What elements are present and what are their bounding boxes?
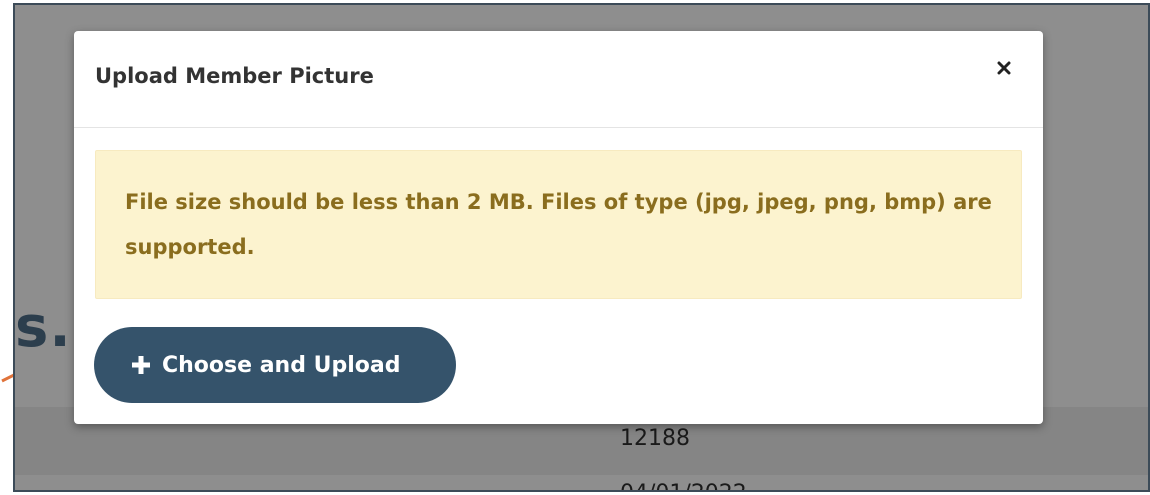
close-icon [997, 61, 1011, 75]
plus-icon [132, 356, 150, 374]
alert-text: File size should be less than 2 MB. File… [125, 190, 992, 259]
screenshot-frame: s. S 12188 04/01/2022 Upload Member Pict… [0, 0, 1150, 495]
modal-header: Upload Member Picture [74, 31, 1043, 128]
choose-and-upload-button[interactable]: Choose and Upload [94, 327, 456, 403]
modal-title: Upload Member Picture [95, 64, 374, 88]
upload-member-picture-modal: Upload Member Picture File size should b… [74, 31, 1043, 424]
file-requirements-alert: File size should be less than 2 MB. File… [95, 150, 1022, 299]
background-row-value-partial: 04/01/2022 [620, 481, 747, 490]
close-button[interactable] [991, 55, 1017, 81]
upload-button-label: Choose and Upload [162, 352, 401, 378]
background-row-value: 12188 [620, 426, 690, 451]
